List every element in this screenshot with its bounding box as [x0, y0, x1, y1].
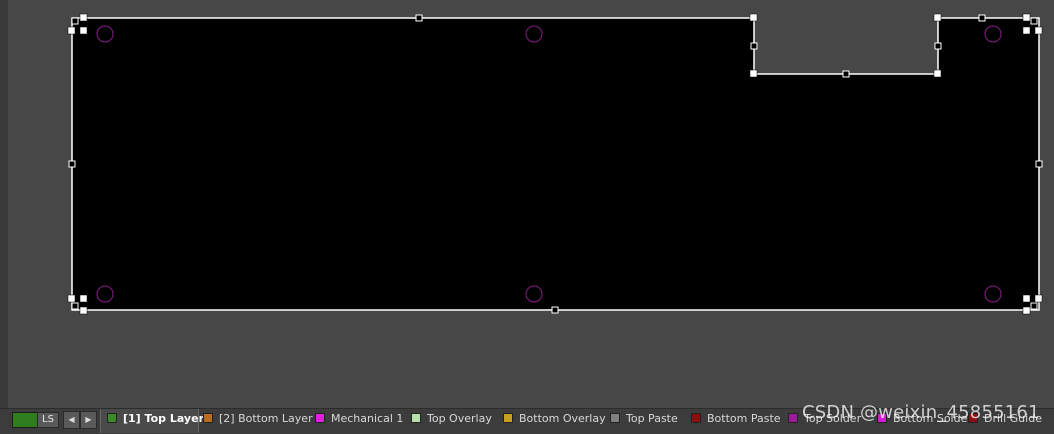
midpoint-handle[interactable] [842, 70, 850, 78]
layer-tab[interactable]: Bottom Solder [871, 409, 972, 433]
midpoint-handle[interactable] [415, 14, 423, 22]
layer-tab-label: Drill Guide [984, 412, 1042, 425]
vertex-handle[interactable] [79, 13, 88, 22]
corner-arc-handle[interactable] [1030, 302, 1038, 310]
layer-tab-label: Bottom Paste [707, 412, 781, 425]
vertex-handle[interactable] [79, 26, 88, 35]
midpoint-handle[interactable] [978, 14, 986, 22]
midpoint-handle[interactable] [1035, 160, 1043, 168]
layer-color-swatch [788, 413, 798, 423]
layer-color-swatch [610, 413, 620, 423]
vertex-handle[interactable] [1034, 294, 1043, 303]
layer-tab-bar: LS ◀ ▶ [1] Top Layer [2] Bottom Layer Mech… [0, 408, 1054, 434]
vertex-handle[interactable] [1022, 294, 1031, 303]
board-drawing [67, 13, 1043, 315]
layer-tab-label: Bottom Overlay [519, 412, 606, 425]
midpoint-handle[interactable] [68, 160, 76, 168]
vertex-handle[interactable] [79, 294, 88, 303]
vertex-handle[interactable] [79, 306, 88, 315]
layer-tab-label: Top Overlay [427, 412, 492, 425]
layer-color-swatch [691, 413, 701, 423]
vertex-handle[interactable] [67, 26, 76, 35]
layer-color-swatch [315, 413, 325, 423]
vertex-handle[interactable] [749, 69, 758, 78]
layer-tab[interactable]: Bottom Overlay [497, 409, 606, 433]
corner-arc-handle[interactable] [71, 302, 79, 310]
layer-tab[interactable]: [1] Top Layer [100, 409, 204, 433]
layer-tab[interactable]: [2] Bottom Layer [197, 409, 313, 433]
layer-tab-label: Mechanical 1 [331, 412, 404, 425]
layer-tab[interactable]: Bottom Paste [685, 409, 782, 433]
layer-tab-label: Bottom Solder [893, 412, 972, 425]
board-outline[interactable] [71, 17, 1040, 311]
layer-color-swatch [411, 413, 421, 423]
vertex-handle[interactable] [933, 13, 942, 22]
midpoint-handle[interactable] [750, 42, 758, 50]
layer-tab-label: [2] Bottom Layer [219, 412, 313, 425]
current-layer-swatch[interactable] [12, 412, 38, 428]
layer-color-swatch [968, 413, 978, 423]
layer-tab-label: Top Solder [804, 412, 862, 425]
vertex-handle[interactable] [1022, 26, 1031, 35]
vertex-handle[interactable] [67, 294, 76, 303]
layer-tab[interactable]: Mechanical 1 [309, 409, 405, 433]
scroll-right-icon[interactable]: ▶ [80, 411, 97, 429]
scroll-left-icon[interactable]: ◀ [63, 411, 80, 429]
vertex-handle[interactable] [1022, 13, 1031, 22]
layer-color-swatch [203, 413, 213, 423]
vertex-handle[interactable] [1034, 26, 1043, 35]
layer-tab[interactable]: Drill Guide [962, 409, 1054, 433]
layer-tab[interactable]: Top Overlay [405, 409, 497, 433]
corner-arc-handle[interactable] [71, 17, 79, 25]
layer-tab-label: Top Paste [626, 412, 678, 425]
midpoint-handle[interactable] [551, 306, 559, 314]
layer-tab-label: [1] Top Layer [123, 412, 204, 425]
vertex-handle[interactable] [749, 13, 758, 22]
layer-color-swatch [107, 413, 117, 423]
vertex-handle[interactable] [933, 69, 942, 78]
layer-color-swatch [877, 413, 887, 423]
layer-tab[interactable]: Top Solder [782, 409, 871, 433]
layer-tab[interactable]: Top Paste [604, 409, 685, 433]
layer-set-button[interactable]: LS [37, 412, 59, 428]
layer-color-swatch [503, 413, 513, 423]
midpoint-handle[interactable] [934, 42, 942, 50]
vertex-handle[interactable] [1022, 306, 1031, 315]
corner-arc-handle[interactable] [1030, 17, 1038, 25]
